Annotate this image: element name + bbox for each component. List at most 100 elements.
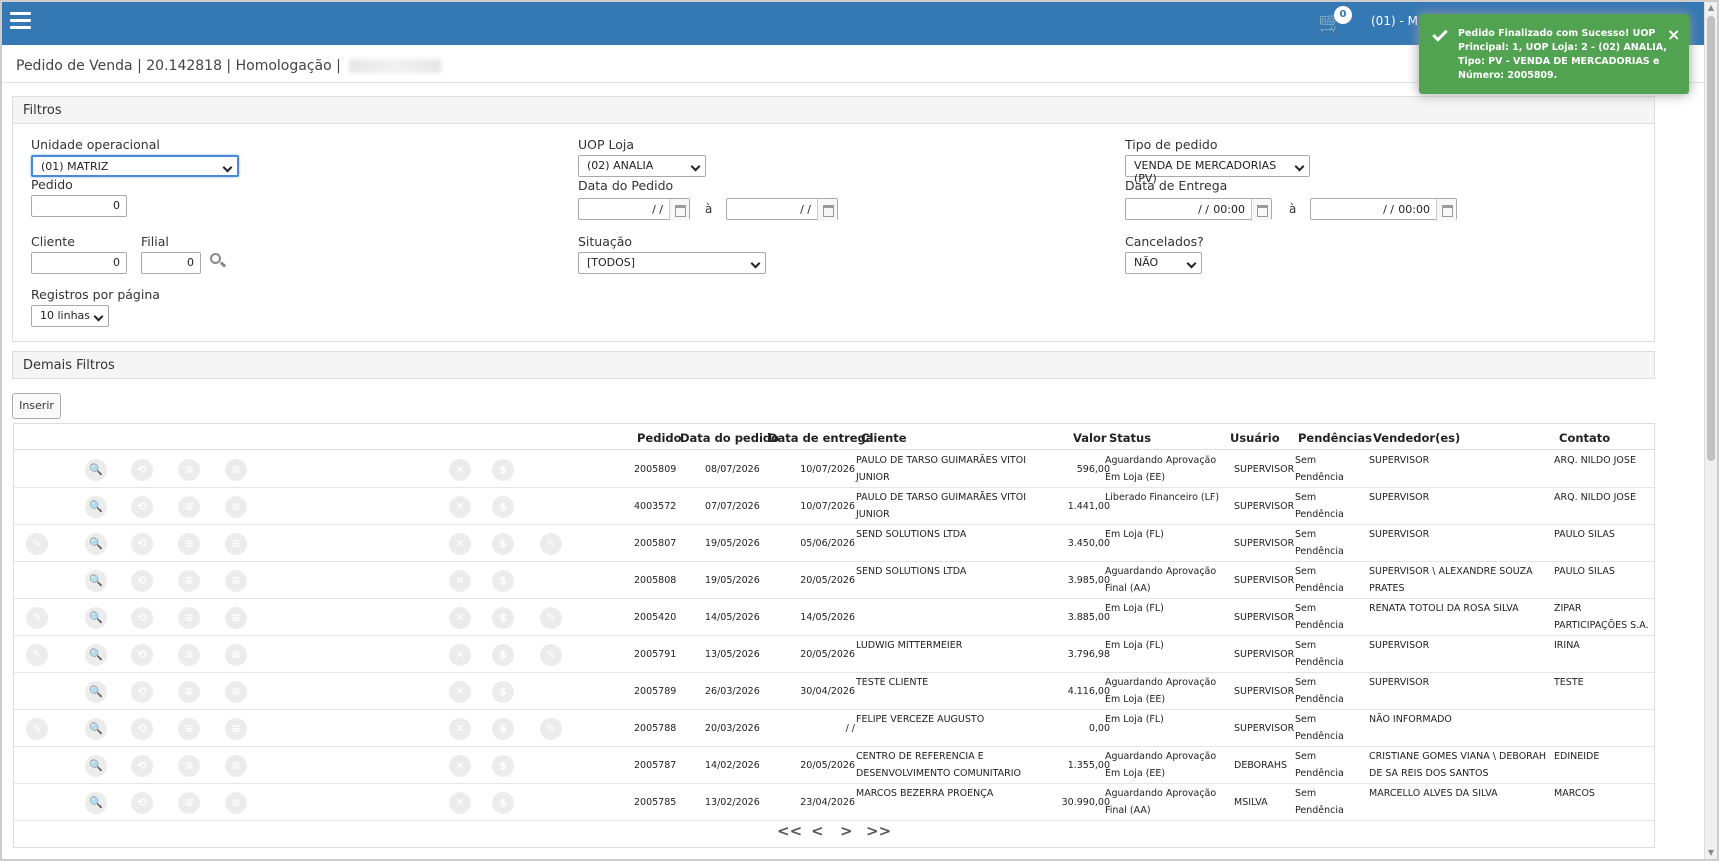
history-icon[interactable]: ⟲ xyxy=(131,607,153,629)
col-pendencias[interactable]: Pendências xyxy=(1298,431,1372,445)
table-row[interactable]: 🔍 ⟲ ≡ ≡ ✕ $2005787 14/02/2026 20/05/2026 CENTRO … xyxy=(14,747,1654,784)
cancel-icon[interactable]: ✕ xyxy=(449,607,471,629)
history-icon[interactable]: ⟲ xyxy=(131,681,153,703)
list-icon[interactable]: ≡ xyxy=(178,792,200,814)
col-cliente[interactable]: Cliente xyxy=(861,431,907,445)
col-pedido[interactable]: Pedido xyxy=(637,431,682,445)
table-row[interactable]: ✎ 🔍 ⟲ ≡ ≡ ✕ $ ✎ 2005788 20/03/2026 / / FELIPE VERCE… xyxy=(14,710,1654,747)
col-status[interactable]: Status xyxy=(1109,431,1151,445)
view-icon[interactable]: 🔍 xyxy=(85,792,107,814)
list-icon[interactable]: ≡ xyxy=(178,607,200,629)
search-icon[interactable] xyxy=(210,253,227,269)
edit-icon[interactable]: ✎ xyxy=(540,607,562,629)
payment-icon[interactable]: $ xyxy=(492,792,514,814)
scroll-down-icon[interactable]: ▼ xyxy=(1707,849,1715,857)
payment-icon[interactable]: $ xyxy=(492,570,514,592)
menu-icon[interactable] xyxy=(10,12,31,32)
tipo-pedido-select[interactable]: VENDA DE MERCADORIAS (PV) xyxy=(1125,155,1310,185)
tag-icon[interactable]: ✎ xyxy=(26,607,48,629)
pager-last[interactable]: >> xyxy=(866,822,891,840)
table-row[interactable]: ✎ 🔍 ⟲ ≡ ≡ ✕ $ ✎ 2005420 14/05/2026 14/05/2026 3.885… xyxy=(14,599,1654,636)
history-icon[interactable]: ⟲ xyxy=(131,459,153,481)
table-row[interactable]: 🔍 ⟲ ≡ ≡ ✕ $2005789 26/03/2026 30/04/2026 TESTE C… xyxy=(14,673,1654,710)
details-icon[interactable]: ≡ xyxy=(225,718,247,740)
view-icon[interactable]: 🔍 xyxy=(85,570,107,592)
data-entrega-to-input[interactable]: / / 00:00 xyxy=(1310,198,1457,221)
list-icon[interactable]: ≡ xyxy=(178,533,200,555)
cancel-icon[interactable]: ✕ xyxy=(449,681,471,703)
payment-icon[interactable]: $ xyxy=(492,496,514,518)
cancel-icon[interactable]: ✕ xyxy=(449,496,471,518)
calendar-icon[interactable] xyxy=(1436,199,1456,221)
details-icon[interactable]: ≡ xyxy=(225,496,247,518)
view-icon[interactable]: 🔍 xyxy=(85,681,107,703)
tag-icon[interactable]: ✎ xyxy=(26,718,48,740)
payment-icon[interactable]: $ xyxy=(492,644,514,666)
history-icon[interactable]: ⟲ xyxy=(131,496,153,518)
tag-icon[interactable]: ✎ xyxy=(26,644,48,666)
close-icon[interactable]: × xyxy=(1667,25,1680,44)
cancelados-select[interactable]: NÃO xyxy=(1125,252,1202,274)
col-contato[interactable]: Contato xyxy=(1559,431,1610,445)
details-icon[interactable]: ≡ xyxy=(225,459,247,481)
view-icon[interactable]: 🔍 xyxy=(85,718,107,740)
history-icon[interactable]: ⟲ xyxy=(131,533,153,555)
scroll-up-icon[interactable]: ▲ xyxy=(1707,4,1715,12)
payment-icon[interactable]: $ xyxy=(492,755,514,777)
calendar-icon[interactable] xyxy=(669,199,689,221)
view-icon[interactable]: 🔍 xyxy=(85,755,107,777)
view-icon[interactable]: 🔍 xyxy=(85,644,107,666)
view-icon[interactable]: 🔍 xyxy=(85,459,107,481)
table-row[interactable]: 🔍 ⟲ ≡ ≡ ✕ $2005808 19/05/2026 20/05/2026 SEND SO… xyxy=(14,562,1654,599)
cancel-icon[interactable]: ✕ xyxy=(449,570,471,592)
table-row[interactable]: 🔍 ⟲ ≡ ≡ ✕ $2005809 08/07/2026 10/07/2026 PAULO D… xyxy=(14,451,1654,488)
col-data-entrega[interactable]: Data de entrega xyxy=(768,431,874,445)
filters-title[interactable]: Filtros xyxy=(13,97,1654,124)
payment-icon[interactable]: $ xyxy=(492,533,514,555)
cliente-input[interactable]: 0 xyxy=(31,252,127,274)
tag-icon[interactable]: ✎ xyxy=(26,533,48,555)
col-vendedor[interactable]: Vendedor(es) xyxy=(1373,431,1460,445)
view-icon[interactable]: 🔍 xyxy=(85,607,107,629)
edit-icon[interactable]: ✎ xyxy=(540,718,562,740)
cancel-icon[interactable]: ✕ xyxy=(449,718,471,740)
details-icon[interactable]: ≡ xyxy=(225,570,247,592)
cancel-icon[interactable]: ✕ xyxy=(449,755,471,777)
data-entrega-from-input[interactable]: / / 00:00 xyxy=(1125,198,1272,221)
scrollbar-thumb[interactable] xyxy=(1707,16,1715,461)
unidade-select[interactable]: (01) MATRIZ xyxy=(31,155,239,177)
page-scrollbar[interactable]: ▲ ▼ xyxy=(1704,2,1717,859)
details-icon[interactable]: ≡ xyxy=(225,533,247,555)
details-icon[interactable]: ≡ xyxy=(225,792,247,814)
details-icon[interactable]: ≡ xyxy=(225,755,247,777)
pager-prev[interactable]: < xyxy=(811,822,824,840)
data-pedido-from-input[interactable]: / / xyxy=(578,198,690,221)
details-icon[interactable]: ≡ xyxy=(225,644,247,666)
calendar-icon[interactable] xyxy=(817,199,837,221)
list-icon[interactable]: ≡ xyxy=(178,681,200,703)
history-icon[interactable]: ⟲ xyxy=(131,570,153,592)
data-pedido-to-input[interactable]: / / xyxy=(726,198,838,221)
payment-icon[interactable]: $ xyxy=(492,607,514,629)
cancel-icon[interactable]: ✕ xyxy=(449,459,471,481)
pager-next[interactable]: > xyxy=(840,822,853,840)
history-icon[interactable]: ⟲ xyxy=(131,792,153,814)
edit-icon[interactable]: ✎ xyxy=(540,533,562,555)
list-icon[interactable]: ≡ xyxy=(178,718,200,740)
registros-select[interactable]: 10 linhas xyxy=(31,305,109,327)
list-icon[interactable]: ≡ xyxy=(178,570,200,592)
col-usuario[interactable]: Usuário xyxy=(1230,431,1280,445)
details-icon[interactable]: ≡ xyxy=(225,607,247,629)
filial-input[interactable]: 0 xyxy=(141,252,201,274)
pager-first[interactable]: << xyxy=(777,822,802,840)
view-icon[interactable]: 🔍 xyxy=(85,496,107,518)
demais-filtros-panel[interactable]: Demais Filtros xyxy=(12,351,1655,379)
list-icon[interactable]: ≡ xyxy=(178,644,200,666)
inserir-button[interactable]: Inserir xyxy=(12,393,61,419)
user-uop-label[interactable]: (01) - M xyxy=(1371,14,1418,28)
table-row[interactable]: 🔍 ⟲ ≡ ≡ ✕ $4003572 07/07/2026 10/07/2026 PAULO D… xyxy=(14,488,1654,525)
demais-filtros-title[interactable]: Demais Filtros xyxy=(13,352,1654,378)
payment-icon[interactable]: $ xyxy=(492,718,514,740)
edit-icon[interactable]: ✎ xyxy=(540,644,562,666)
history-icon[interactable]: ⟲ xyxy=(131,755,153,777)
